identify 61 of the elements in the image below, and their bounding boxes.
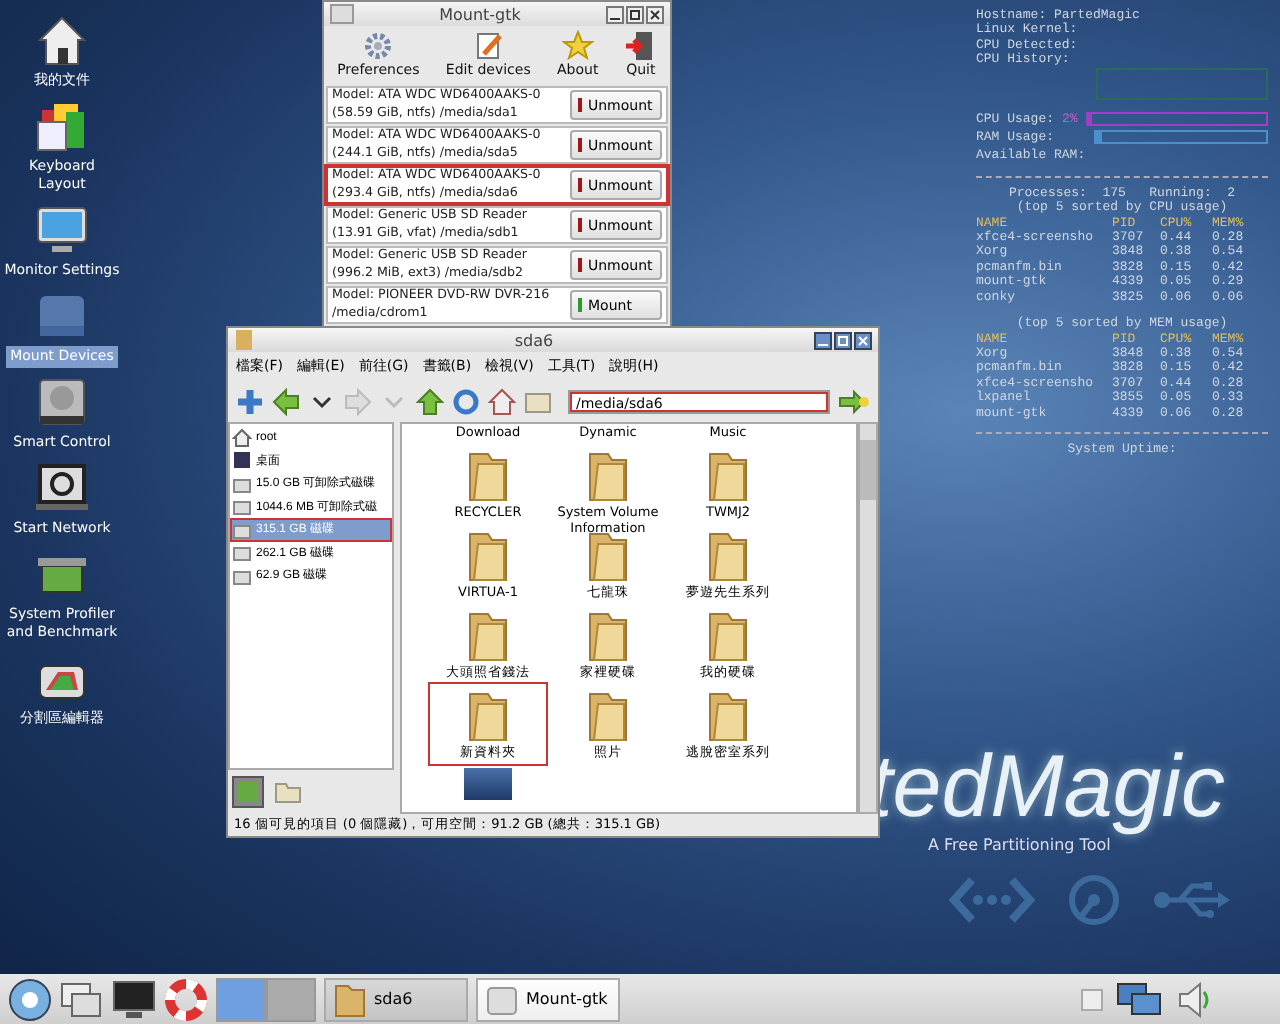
monitor-icon[interactable] (112, 979, 156, 1019)
folder-icon (586, 688, 630, 744)
add-icon[interactable] (236, 387, 264, 415)
maximize-icon[interactable] (834, 331, 852, 349)
image-thumbnail[interactable] (464, 768, 512, 800)
go-arrow-icon[interactable] (838, 387, 870, 415)
monitor-icon[interactable] (34, 202, 90, 258)
start-menu-icon[interactable] (8, 977, 52, 1021)
disc-icon (1068, 874, 1120, 926)
speaker-icon[interactable] (1176, 981, 1212, 1017)
tagline: A Free Partitioning Tool (928, 836, 1111, 854)
workspace-switcher-item[interactable] (216, 977, 266, 1021)
minimize-icon[interactable] (606, 5, 624, 23)
home-icon[interactable] (34, 12, 90, 68)
workspace-switcher-item[interactable] (266, 977, 316, 1021)
back-arrow-icon[interactable] (272, 387, 300, 415)
folder-icon (586, 608, 630, 664)
folder-icon (706, 688, 750, 744)
folder-icon (466, 448, 510, 504)
star-icon (561, 30, 594, 62)
taskbar-button[interactable]: sda6 (324, 977, 468, 1021)
drive-icon (232, 496, 252, 517)
network-computers-icon[interactable] (1116, 979, 1164, 1019)
network-arrows-icon (948, 874, 1036, 926)
windows-icon[interactable] (60, 979, 104, 1019)
scrollbar[interactable] (858, 422, 878, 814)
keyboard-layout-icon[interactable] (34, 98, 90, 154)
network-icon[interactable] (34, 460, 90, 516)
places-view-icon[interactable] (232, 776, 264, 808)
folder-icon (706, 608, 750, 664)
drive-icon (232, 519, 252, 540)
folder-icon (706, 448, 750, 504)
folder-icon (706, 528, 750, 584)
logo-text: tedMagic (868, 744, 1226, 832)
lifebuoy-icon[interactable] (164, 977, 208, 1021)
folder-icon (334, 981, 366, 1017)
close-icon[interactable] (854, 331, 872, 349)
close-icon[interactable] (646, 5, 664, 23)
desktop-icon (232, 450, 252, 471)
folder-icon (466, 688, 510, 744)
drive-icon (232, 565, 252, 586)
usb-icon (1152, 878, 1232, 922)
folder-icon (466, 528, 510, 584)
gear-icon (362, 30, 395, 62)
taskbar-button[interactable]: Mount-gtk (476, 977, 620, 1021)
drive-icon (486, 981, 518, 1017)
maximize-icon[interactable] (626, 5, 644, 23)
exit-door-icon (624, 30, 657, 62)
folder-view-icon[interactable] (524, 387, 552, 415)
minimize-icon[interactable] (814, 331, 832, 349)
drive-icon (232, 542, 252, 563)
window-title: sda6 (512, 331, 556, 349)
home-icon (232, 427, 252, 448)
folder-icon (586, 448, 630, 504)
refresh-icon[interactable] (452, 387, 480, 415)
window-title: Mount-gtk (437, 5, 523, 23)
folder-icon (466, 608, 510, 664)
pencil-icon (472, 30, 505, 62)
folder-icon (234, 328, 254, 352)
drive-icon (232, 473, 252, 494)
up-arrow-icon[interactable] (416, 387, 444, 415)
